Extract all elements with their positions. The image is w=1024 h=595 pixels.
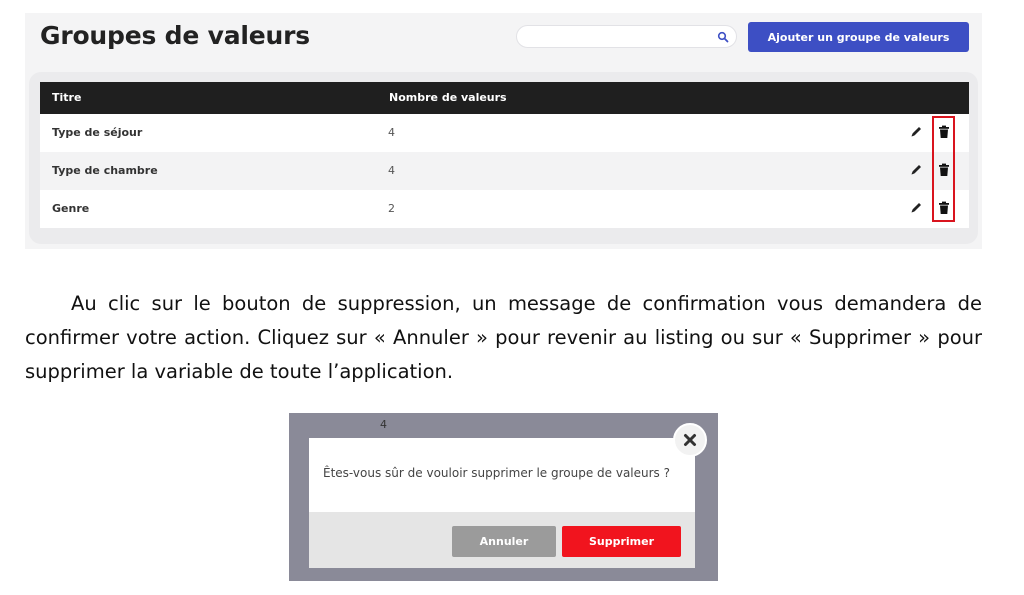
column-header-title: Titre (52, 91, 82, 104)
dialog-footer: Annuler Supprimer (309, 512, 695, 568)
table-row: Type de chambre 4 (40, 152, 969, 190)
table-row: Genre 2 (40, 190, 969, 228)
value-groups-screenshot: Groupes de valeurs Ajouter un groupe de … (25, 13, 982, 249)
row-title: Type de séjour (52, 126, 143, 139)
delete-button[interactable]: Supprimer (562, 526, 681, 557)
row-count: 4 (388, 126, 395, 139)
confirmation-dialog-screenshot: 4 Êtes-vous sûr de vouloir supprimer le … (289, 413, 718, 581)
background-value: 4 (380, 418, 387, 431)
column-header-count: Nombre de valeurs (389, 91, 507, 104)
close-icon (684, 434, 696, 446)
paragraph-text: Au clic sur le bouton de suppression, un… (25, 292, 982, 383)
delete-column-highlight (932, 116, 955, 222)
add-value-group-button[interactable]: Ajouter un groupe de valeurs (748, 22, 969, 52)
cancel-button[interactable]: Annuler (452, 526, 556, 557)
search-input[interactable] (527, 29, 711, 47)
row-title: Genre (52, 202, 90, 215)
instruction-paragraph: Au clic sur le bouton de suppression, un… (25, 287, 982, 389)
table-header: Titre Nombre de valeurs (40, 82, 969, 114)
row-count: 4 (388, 164, 395, 177)
pencil-icon[interactable] (910, 163, 923, 176)
row-title: Type de chambre (52, 164, 158, 177)
page-title: Groupes de valeurs (40, 21, 310, 50)
value-groups-table: Titre Nombre de valeurs Type de séjour 4… (40, 82, 969, 228)
search-icon[interactable] (717, 31, 729, 43)
dialog-message: Êtes-vous sûr de vouloir supprimer le gr… (323, 466, 670, 480)
table-row: Type de séjour 4 (40, 114, 969, 152)
pencil-icon[interactable] (910, 125, 923, 138)
search-box[interactable] (516, 25, 737, 48)
close-button[interactable] (673, 423, 707, 457)
pencil-icon[interactable] (910, 201, 923, 214)
confirmation-dialog: Êtes-vous sûr de vouloir supprimer le gr… (309, 438, 695, 568)
row-count: 2 (388, 202, 395, 215)
